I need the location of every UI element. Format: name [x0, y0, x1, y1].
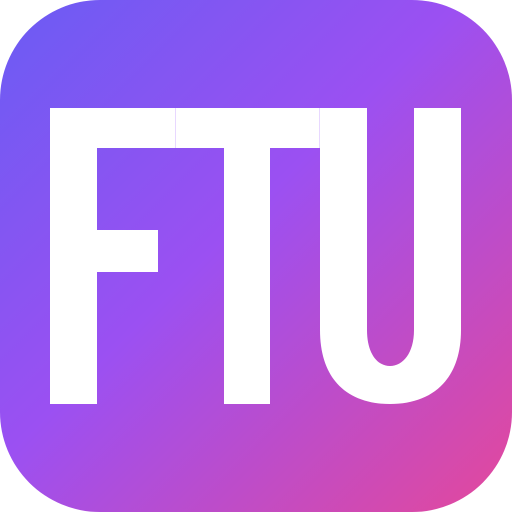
letter-divider [319, 108, 320, 148]
letter-divider [175, 108, 176, 148]
ftu-logo [0, 0, 512, 512]
app-icon [0, 0, 512, 512]
